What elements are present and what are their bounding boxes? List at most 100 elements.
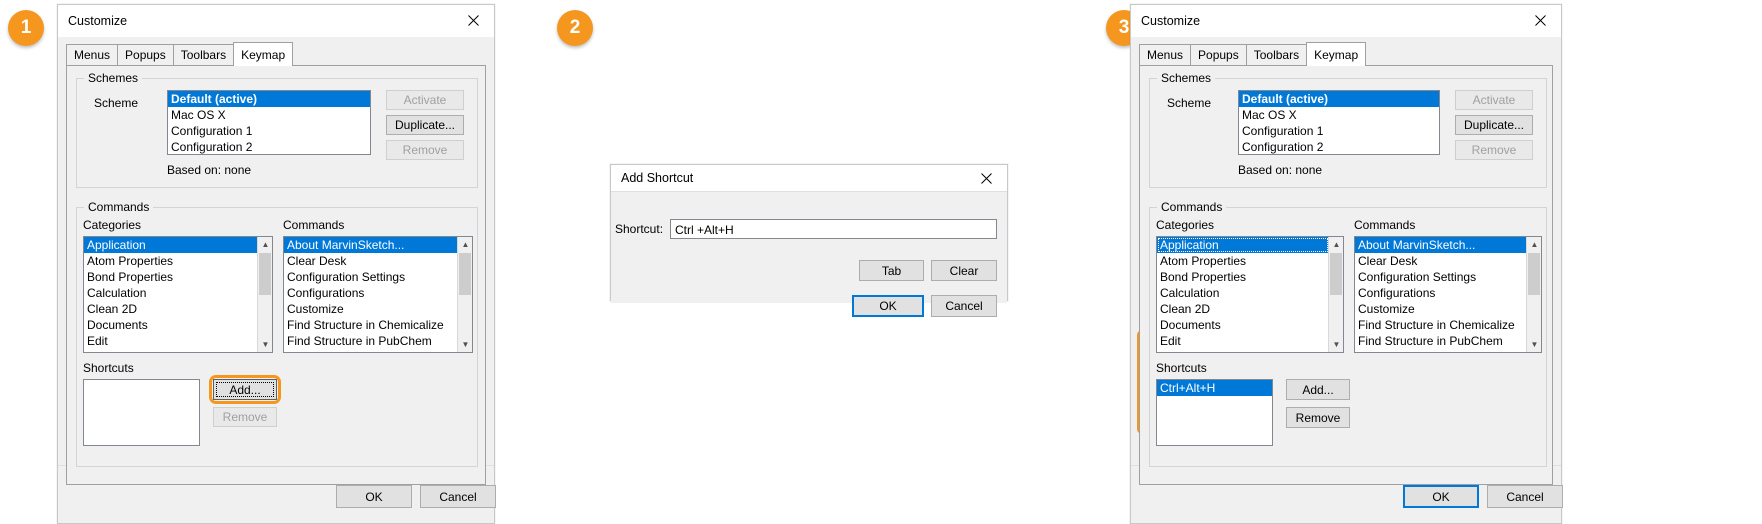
list-item[interactable]: Ctrl+Alt+H — [1157, 380, 1272, 396]
tab-popups[interactable]: Popups — [1190, 44, 1247, 65]
duplicate-button[interactable]: Duplicate... — [1455, 115, 1533, 135]
list-item[interactable]: Experimental Remove — [84, 349, 272, 352]
list-item[interactable]: Calculation — [1157, 285, 1343, 301]
schemes-group-legend: Schemes — [1157, 71, 1216, 85]
tab-toolbars[interactable]: Toolbars — [172, 44, 235, 65]
list-item[interactable]: Clean 2D — [1157, 301, 1343, 317]
close-icon[interactable] — [1519, 5, 1561, 35]
ok-button[interactable]: OK — [336, 485, 412, 508]
commands-group: Commands Categories Commands Application… — [1149, 200, 1547, 467]
list-item[interactable]: Configurations — [284, 285, 472, 301]
chevron-up-icon[interactable]: ▲ — [458, 237, 472, 252]
remove-shortcut-button[interactable]: Remove — [1286, 407, 1350, 428]
list-item[interactable]: Application — [84, 237, 258, 253]
tab-keymap-label: Keymap — [241, 48, 286, 62]
cancel-button[interactable]: Cancel — [420, 485, 496, 508]
list-item[interactable]: Configuration 1 — [1239, 123, 1439, 139]
close-icon[interactable] — [965, 165, 1007, 191]
shortcuts-listbox[interactable] — [83, 379, 200, 446]
list-item[interactable]: Clear Desk — [284, 253, 472, 269]
remove-scheme-button[interactable]: Remove — [1455, 140, 1533, 160]
tab-keymap[interactable]: Keymap — [1306, 42, 1367, 66]
titlebar: Customize — [1131, 5, 1561, 37]
list-item[interactable]: About MarvinSketch... — [1355, 237, 1527, 253]
list-item[interactable]: Atom Properties — [84, 253, 272, 269]
duplicate-button[interactable]: Duplicate... — [386, 115, 464, 135]
list-item[interactable]: Bond Properties — [1157, 269, 1343, 285]
scrollbar-thumb[interactable] — [459, 253, 471, 295]
tab-popups[interactable]: Popups — [117, 44, 174, 65]
ok-button[interactable]: OK — [852, 295, 924, 317]
commands-scrollbar[interactable]: ▲ ▼ — [457, 237, 472, 352]
list-item[interactable]: Find Structure in Chemicalize — [284, 317, 472, 333]
chevron-up-icon[interactable]: ▲ — [1329, 237, 1343, 252]
chevron-down-icon[interactable]: ▼ — [458, 337, 472, 352]
chevron-up-icon[interactable]: ▲ — [258, 237, 272, 252]
list-item[interactable]: Find Structure in Reaxys — [1355, 349, 1541, 352]
scrollbar-thumb[interactable] — [259, 253, 271, 295]
shortcut-input[interactable]: Ctrl +Alt+H — [670, 219, 997, 239]
list-item[interactable]: Customize — [284, 301, 472, 317]
list-item[interactable]: Mac OS X — [168, 107, 370, 123]
chevron-down-icon[interactable]: ▼ — [1527, 337, 1541, 352]
cancel-button[interactable]: Cancel — [931, 295, 997, 317]
tab-toolbars[interactable]: Toolbars — [1245, 44, 1308, 65]
tab-menus[interactable]: Menus — [1139, 44, 1192, 65]
categories-scrollbar[interactable]: ▲ ▼ — [1328, 237, 1343, 352]
tab-menus[interactable]: Menus — [66, 44, 119, 65]
commands-listbox[interactable]: About MarvinSketch... Clear Desk Configu… — [1354, 236, 1542, 353]
scrollbar-thumb[interactable] — [1330, 253, 1342, 295]
list-item[interactable]: About MarvinSketch... — [284, 237, 458, 253]
remove-shortcut-button[interactable]: Remove — [213, 407, 277, 427]
list-item[interactable]: Experimental Remove — [1157, 349, 1343, 352]
ok-button[interactable]: OK — [1403, 485, 1479, 508]
add-shortcut-button[interactable]: Add... — [1286, 379, 1350, 400]
tab-button[interactable]: Tab — [859, 260, 924, 281]
list-item[interactable]: Configuration 1 — [168, 123, 370, 139]
list-item[interactable]: Find Structure in Reaxys — [284, 349, 472, 352]
list-item[interactable]: Default (active) — [168, 91, 370, 107]
list-item[interactable]: Default (active) — [1239, 91, 1439, 107]
chevron-up-icon[interactable]: ▲ — [1527, 237, 1541, 252]
list-item[interactable]: Application — [1157, 237, 1329, 253]
activate-button[interactable]: Activate — [386, 90, 464, 110]
list-item[interactable]: Configurations — [1355, 285, 1541, 301]
scheme-listbox[interactable]: Default (active) Mac OS X Configuration … — [167, 90, 371, 155]
list-item[interactable]: Mac OS X — [1239, 107, 1439, 123]
categories-listbox[interactable]: Application Atom Properties Bond Propert… — [1156, 236, 1344, 353]
list-item[interactable]: Atom Properties — [1157, 253, 1343, 269]
list-item[interactable]: Configuration Settings — [284, 269, 472, 285]
activate-button[interactable]: Activate — [1455, 90, 1533, 110]
commands-scrollbar[interactable]: ▲ ▼ — [1526, 237, 1541, 352]
add-shortcut-button[interactable]: Add... — [213, 379, 277, 400]
list-item[interactable]: Find Structure in PubChem — [284, 333, 472, 349]
list-item[interactable]: Customize — [1355, 301, 1541, 317]
list-item[interactable]: Configuration Settings — [1355, 269, 1541, 285]
list-item[interactable]: Configuration 2 — [1239, 139, 1439, 154]
remove-scheme-button[interactable]: Remove — [386, 140, 464, 160]
scrollbar-thumb[interactable] — [1528, 253, 1540, 295]
remove-scheme-button-label: Remove — [402, 143, 448, 157]
scheme-listbox[interactable]: Default (active) Mac OS X Configuration … — [1238, 90, 1440, 155]
list-item[interactable]: Edit — [84, 333, 272, 349]
list-item[interactable]: Find Structure in Chemicalize — [1355, 317, 1541, 333]
list-item[interactable]: Edit — [1157, 333, 1343, 349]
cancel-button[interactable]: Cancel — [1487, 485, 1563, 508]
list-item[interactable]: Clean 2D — [84, 301, 272, 317]
list-item[interactable]: Calculation — [84, 285, 272, 301]
list-item[interactable]: Find Structure in PubChem — [1355, 333, 1541, 349]
tab-keymap[interactable]: Keymap — [233, 42, 294, 66]
chevron-down-icon[interactable]: ▼ — [258, 337, 272, 352]
close-icon[interactable] — [452, 5, 494, 35]
list-item[interactable]: Configuration 2 — [168, 139, 370, 154]
commands-listbox[interactable]: About MarvinSketch... Clear Desk Configu… — [283, 236, 473, 353]
categories-scrollbar[interactable]: ▲ ▼ — [257, 237, 272, 352]
clear-button[interactable]: Clear — [931, 260, 997, 281]
list-item[interactable]: Documents — [1157, 317, 1343, 333]
list-item[interactable]: Bond Properties — [84, 269, 272, 285]
list-item[interactable]: Documents — [84, 317, 272, 333]
list-item[interactable]: Clear Desk — [1355, 253, 1541, 269]
chevron-down-icon[interactable]: ▼ — [1329, 337, 1343, 352]
shortcuts-listbox[interactable]: Ctrl+Alt+H — [1156, 379, 1273, 446]
categories-listbox[interactable]: Application Atom Properties Bond Propert… — [83, 236, 273, 353]
